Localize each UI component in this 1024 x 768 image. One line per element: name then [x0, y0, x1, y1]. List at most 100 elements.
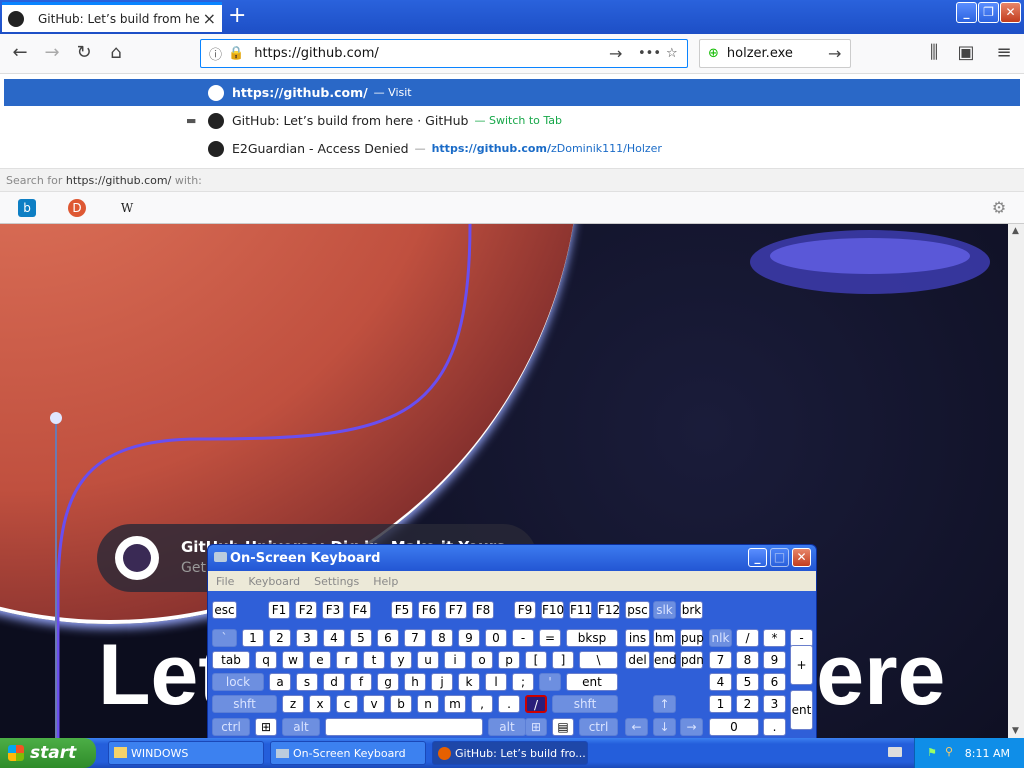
key-\[interactable]: \ — [579, 651, 618, 669]
key-n[interactable]: n — [417, 695, 439, 713]
key-del[interactable]: del — [625, 651, 650, 669]
scroll-down-icon[interactable]: ▼ — [1012, 726, 1019, 736]
key-g[interactable]: g — [377, 673, 399, 691]
key-ctrl[interactable]: ctrl — [212, 718, 250, 736]
key-8[interactable]: 8 — [431, 629, 453, 647]
key-0[interactable]: 0 — [485, 629, 507, 647]
search-tray-icon[interactable]: ⚲ — [945, 745, 953, 758]
key-ins[interactable]: ins — [625, 629, 650, 647]
task-windows[interactable]: WINDOWS — [108, 741, 264, 765]
key-/[interactable]: / — [525, 695, 547, 713]
key-F4[interactable]: F4 — [349, 601, 371, 619]
key-8[interactable]: 8 — [736, 651, 759, 669]
sidebar-icon[interactable]: ▣ — [954, 42, 978, 63]
key-9[interactable]: 9 — [458, 629, 480, 647]
library-icon[interactable]: ⫼ — [922, 42, 946, 63]
key-F12[interactable]: F12 — [597, 601, 620, 619]
key-][interactable]: ] — [552, 651, 574, 669]
key-shft[interactable]: shft — [552, 695, 618, 713]
key-i[interactable]: i — [444, 651, 466, 669]
key-shft[interactable]: shft — [212, 695, 277, 713]
close-window-button[interactable]: ✕ — [1000, 2, 1021, 23]
key-4[interactable]: 4 — [709, 673, 732, 691]
key-l[interactable]: l — [485, 673, 507, 691]
scroll-up-icon[interactable]: ▲ — [1012, 226, 1019, 236]
key-end[interactable]: end — [653, 651, 677, 669]
key-F7[interactable]: F7 — [445, 601, 467, 619]
restore-button[interactable]: ❐ — [978, 2, 999, 23]
menu-icon[interactable]: ≡ — [992, 42, 1016, 63]
key-bksp[interactable]: bksp — [566, 629, 618, 647]
key-1[interactable]: 1 — [242, 629, 264, 647]
key-q[interactable]: q — [255, 651, 277, 669]
forward-icon[interactable]: → — [40, 42, 64, 63]
back-icon[interactable]: ← — [8, 42, 32, 63]
key-2[interactable]: 2 — [269, 629, 291, 647]
key-numpad-ent[interactable]: ent — [790, 690, 813, 730]
key-⊞[interactable]: ⊞ — [255, 718, 277, 736]
key-.[interactable]: . — [763, 718, 786, 736]
key-alt[interactable]: alt — [488, 718, 526, 736]
key-z[interactable]: z — [282, 695, 304, 713]
key-`[interactable]: ` — [212, 629, 237, 647]
key-↑[interactable]: ↑ — [653, 695, 676, 713]
key-space[interactable] — [325, 718, 483, 736]
key-6[interactable]: 6 — [763, 673, 786, 691]
browser-tab[interactable]: GitHub: Let’s build from here · GitHub × — [2, 2, 222, 32]
page-scrollbar[interactable]: ▲ ▼ — [1008, 224, 1024, 738]
key-m[interactable]: m — [444, 695, 466, 713]
key-←[interactable]: ← — [625, 718, 648, 736]
key-d[interactable]: d — [323, 673, 345, 691]
start-button[interactable]: start — [0, 738, 96, 768]
key-3[interactable]: 3 — [763, 695, 786, 713]
network-icon[interactable]: ⚑ — [927, 746, 937, 759]
key-F10[interactable]: F10 — [541, 601, 564, 619]
wikipedia-icon[interactable]: W — [118, 199, 136, 217]
key-esc[interactable]: esc — [212, 601, 237, 619]
key-k[interactable]: k — [458, 673, 480, 691]
key-,[interactable]: , — [471, 695, 493, 713]
key-F6[interactable]: F6 — [418, 601, 440, 619]
key-nlk[interactable]: nlk — [709, 629, 732, 647]
key-F3[interactable]: F3 — [322, 601, 344, 619]
key-c[interactable]: c — [336, 695, 358, 713]
key-t[interactable]: t — [363, 651, 385, 669]
key-j[interactable]: j — [431, 673, 453, 691]
key-a[interactable]: a — [269, 673, 291, 691]
key-w[interactable]: w — [282, 651, 304, 669]
key-h[interactable]: h — [404, 673, 426, 691]
bing-icon[interactable]: b — [18, 199, 36, 217]
key-/[interactable]: / — [736, 629, 759, 647]
key-F9[interactable]: F9 — [514, 601, 536, 619]
key-0[interactable]: 0 — [709, 718, 759, 736]
key-3[interactable]: 3 — [296, 629, 318, 647]
key-numpad-+[interactable]: + — [790, 645, 813, 685]
key-*[interactable]: * — [763, 629, 786, 647]
task-on-screen-keyboard[interactable]: On-Screen Keyboard — [270, 741, 426, 765]
key-hm[interactable]: hm — [653, 629, 676, 647]
key-slk[interactable]: slk — [653, 601, 676, 619]
new-tab-button[interactable]: + — [228, 4, 246, 28]
key-7[interactable]: 7 — [709, 651, 732, 669]
key-.[interactable]: . — [498, 695, 520, 713]
key-brk[interactable]: brk — [680, 601, 703, 619]
key--[interactable]: - — [512, 629, 534, 647]
dropdown-row-switch-tab[interactable]: ▬ GitHub: Let’s build from here · GitHub… — [4, 107, 1020, 134]
key-u[interactable]: u — [417, 651, 439, 669]
key-F2[interactable]: F2 — [295, 601, 317, 619]
settings-gear-icon[interactable]: ⚙ — [990, 199, 1008, 217]
search-go-icon[interactable]: → — [828, 44, 841, 63]
home-icon[interactable]: ⌂ — [104, 42, 128, 63]
duckduckgo-icon[interactable]: D — [68, 199, 86, 217]
dropdown-row-history[interactable]: E2Guardian - Access Denied — https://git… — [4, 135, 1020, 162]
task-firefox-github[interactable]: GitHub: Let’s build fro... — [432, 741, 588, 765]
key-lock[interactable]: lock — [212, 673, 264, 691]
close-tab-icon[interactable]: × — [203, 9, 216, 28]
key-y[interactable]: y — [390, 651, 412, 669]
url-bar[interactable]: ⓘ 🔒 https://github.com/ → ••• ☆ — [200, 39, 688, 68]
key-F8[interactable]: F8 — [472, 601, 494, 619]
key-→[interactable]: → — [680, 718, 703, 736]
key-F5[interactable]: F5 — [391, 601, 413, 619]
key-=[interactable]: = — [539, 629, 561, 647]
key-ctrl[interactable]: ctrl — [579, 718, 618, 736]
